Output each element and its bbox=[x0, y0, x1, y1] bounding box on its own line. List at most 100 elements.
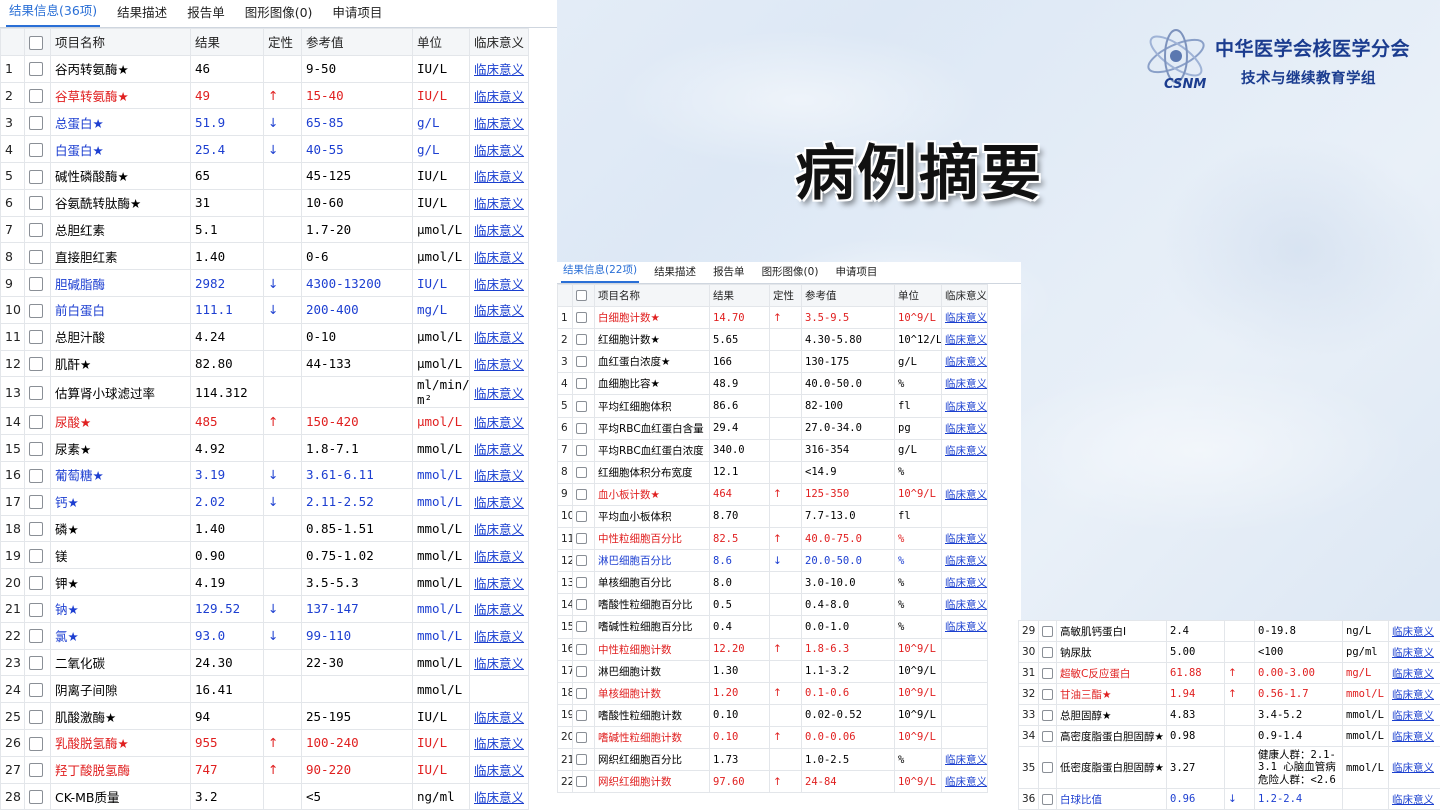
row-select-cell[interactable] bbox=[572, 571, 595, 595]
clinical-significance-link[interactable]: 临床意义 bbox=[474, 763, 524, 778]
clinical-significance-link[interactable]: 临床意义 bbox=[474, 576, 524, 591]
clinical-significance-link[interactable]: 临床意义 bbox=[945, 445, 987, 457]
row-select-cell[interactable] bbox=[24, 568, 51, 596]
table-row[interactable]: 15 尿素★ 4.92 1.8-7.1 mmol/L 临床意义 bbox=[0, 434, 529, 462]
table-row[interactable]: 13 估算肾小球滤过率114.312 ml/min/1 m² 临床意义 bbox=[0, 376, 529, 409]
row-checkbox[interactable] bbox=[576, 466, 587, 478]
row-checkbox[interactable] bbox=[1042, 646, 1053, 658]
clinical-significance-link[interactable]: 临床意义 bbox=[474, 522, 524, 537]
row-select-cell[interactable] bbox=[24, 322, 51, 351]
tab-3[interactable]: 图形图像(0) bbox=[242, 2, 316, 27]
table-row[interactable]: 14 嗜酸性粒细胞百分比0.5 0.4-8.0%临床意义 bbox=[557, 593, 988, 617]
table-row[interactable]: 36 白球比值 0.96 ↓ 1.2-2.4 临床意义 bbox=[1018, 788, 1440, 810]
clinical-significance-link[interactable]: 临床意义 bbox=[474, 442, 524, 457]
clinical-significance-link[interactable]: 临床意义 bbox=[474, 629, 524, 644]
row-select-cell[interactable] bbox=[24, 269, 51, 297]
clinical-significance-link[interactable]: 临床意义 bbox=[945, 754, 987, 766]
table-row[interactable]: 26 乳酸脱氢酶★ 955 ↑ 100-240 IU/L 临床意义 bbox=[0, 728, 529, 757]
header-flag[interactable]: 定性 bbox=[769, 283, 802, 308]
row-checkbox[interactable] bbox=[29, 763, 43, 778]
row-checkbox[interactable] bbox=[29, 522, 43, 537]
row-checkbox[interactable] bbox=[576, 577, 587, 589]
row-select-cell[interactable] bbox=[1038, 641, 1057, 663]
clinical-significance-link[interactable]: 临床意义 bbox=[474, 89, 524, 104]
row-select-cell[interactable] bbox=[24, 434, 51, 462]
row-checkbox[interactable] bbox=[29, 495, 43, 510]
clinical-significance-link[interactable]: 临床意义 bbox=[474, 602, 524, 617]
row-checkbox[interactable] bbox=[29, 357, 43, 372]
row-select-cell[interactable] bbox=[24, 54, 51, 83]
table-row[interactable]: 12 肌酐★ 82.80 44-133 μmol/L 临床意义 bbox=[0, 349, 529, 378]
table-row[interactable]: 22 氯★ 93.0 ↓ 99-110 mmol/L 临床意义 bbox=[0, 621, 529, 650]
row-select-cell[interactable] bbox=[24, 702, 51, 730]
row-select-cell[interactable] bbox=[24, 755, 51, 784]
clinical-significance-link[interactable]: 临床意义 bbox=[474, 223, 524, 238]
table-row[interactable]: 2 红细胞计数★ 5.65 4.30-5.80 10^12/L 临床意义 bbox=[557, 328, 988, 352]
row-select-cell[interactable] bbox=[572, 549, 595, 573]
table-row[interactable]: 20 嗜碱性粒细胞计数0.10↑0.0-0.0610^9/L bbox=[557, 725, 988, 749]
row-checkbox[interactable] bbox=[1042, 793, 1053, 805]
table-row[interactable]: 29 高敏肌钙蛋白I 2.4 0-19.8 ng/L 临床意义 bbox=[1018, 620, 1440, 642]
table-row[interactable]: 18 磷★ 1.40 0.85-1.51 mmol/L 临床意义 bbox=[0, 514, 529, 543]
tab-3[interactable]: 图形图像(0) bbox=[760, 264, 821, 283]
row-select-cell[interactable] bbox=[24, 728, 51, 757]
row-checkbox[interactable] bbox=[29, 223, 43, 238]
row-select-cell[interactable] bbox=[24, 376, 51, 409]
clinical-significance-link[interactable]: 临床意义 bbox=[1392, 731, 1434, 743]
tab-0[interactable]: 结果信息(22项) bbox=[561, 262, 640, 283]
clinical-significance-link[interactable]: 临床意义 bbox=[1392, 647, 1434, 659]
table-row[interactable]: 10 平均血小板体积8.70 7.7-13.0fl bbox=[557, 504, 988, 529]
row-select-cell[interactable] bbox=[24, 407, 51, 436]
table-row[interactable]: 32 甘油三酯★ 1.94 ↑ 0.56-1.7 mmol/L 临床意义 bbox=[1018, 683, 1440, 705]
clinical-significance-link[interactable]: 临床意义 bbox=[1392, 794, 1434, 806]
header-significance[interactable]: 临床意义 bbox=[469, 28, 529, 56]
table-row[interactable]: 19 嗜酸性粒细胞计数0.10 0.02-0.5210^9/L bbox=[557, 703, 988, 727]
table-row[interactable]: 9 胆碱脂酶 2982 ↓ 4300-13200 IU/L 临床意义 bbox=[0, 269, 529, 297]
clinical-significance-link[interactable]: 临床意义 bbox=[1392, 668, 1434, 680]
clinical-significance-link[interactable]: 临床意义 bbox=[474, 277, 524, 292]
row-select-cell[interactable] bbox=[572, 460, 595, 484]
clinical-significance-link[interactable]: 临床意义 bbox=[474, 62, 524, 77]
clinical-significance-link[interactable]: 临床意义 bbox=[945, 356, 987, 368]
table-row[interactable]: 8 直接胆红素 1.40 0-6 μmol/L 临床意义 bbox=[0, 242, 529, 271]
clinical-significance-link[interactable]: 临床意义 bbox=[474, 656, 524, 671]
row-select-cell[interactable] bbox=[572, 306, 595, 330]
row-select-cell[interactable] bbox=[24, 188, 51, 217]
table-row[interactable]: 11 中性粒细胞百分比82.5↑40.0-75.0%临床意义 bbox=[557, 527, 988, 551]
row-checkbox[interactable] bbox=[29, 548, 43, 563]
clinical-significance-link[interactable]: 临床意义 bbox=[474, 116, 524, 131]
row-select-cell[interactable] bbox=[1038, 683, 1057, 705]
row-checkbox[interactable] bbox=[29, 790, 43, 805]
row-checkbox[interactable] bbox=[1042, 625, 1053, 637]
row-checkbox[interactable] bbox=[576, 488, 587, 500]
row-checkbox[interactable] bbox=[29, 656, 43, 671]
header-result[interactable]: 结果 bbox=[190, 28, 264, 56]
row-checkbox[interactable] bbox=[576, 334, 587, 346]
row-checkbox[interactable] bbox=[576, 510, 587, 522]
table-row[interactable]: 14 尿酸★ 485 ↑ 150-420 μmol/L 临床意义 bbox=[0, 407, 529, 436]
header-item-name[interactable]: 项目名称 bbox=[594, 283, 710, 308]
header-unit[interactable]: 单位 bbox=[412, 28, 470, 56]
row-checkbox[interactable] bbox=[1042, 688, 1053, 700]
row-checkbox[interactable] bbox=[576, 731, 587, 743]
row-checkbox[interactable] bbox=[576, 687, 587, 699]
table-row[interactable]: 21 钠★ 129.52 ↓ 137-147 mmol/L 临床意义 bbox=[0, 594, 529, 623]
row-checkbox[interactable] bbox=[29, 303, 43, 318]
table-row[interactable]: 6 平均RBC血红蛋白含量 29.4 27.0-34.0 pg 临床意义 bbox=[557, 416, 988, 440]
row-checkbox[interactable] bbox=[576, 444, 587, 456]
table-row[interactable]: 16 中性粒细胞计数12.20↑1.8-6.310^9/L bbox=[557, 637, 988, 661]
row-select-cell[interactable] bbox=[572, 416, 595, 440]
header-reference[interactable]: 参考值 bbox=[301, 28, 413, 56]
row-select-cell[interactable] bbox=[24, 541, 51, 570]
clinical-significance-link[interactable]: 临床意义 bbox=[945, 401, 987, 413]
table-row[interactable]: 7 平均RBC血红蛋白浓度 340.0 316-354 g/L 临床意义 bbox=[557, 438, 988, 462]
table-row[interactable]: 5 平均红细胞体积 86.6 82-100 fl 临床意义 bbox=[557, 394, 988, 418]
row-select-cell[interactable] bbox=[572, 593, 595, 617]
header-unit[interactable]: 单位 bbox=[894, 283, 942, 308]
table-row[interactable]: 27 羟丁酸脱氢酶 747 ↑ 90-220 IU/L 临床意义 bbox=[0, 755, 529, 784]
table-row[interactable]: 17 钙★ 2.02 ↓ 2.11-2.52 mmol/L 临床意义 bbox=[0, 487, 529, 516]
clinical-significance-link[interactable]: 临床意义 bbox=[945, 312, 987, 324]
table-row[interactable]: 17 淋巴细胞计数1.30 1.1-3.210^9/L bbox=[557, 659, 988, 683]
clinical-significance-link[interactable]: 临床意义 bbox=[945, 334, 987, 346]
row-checkbox[interactable] bbox=[29, 330, 43, 345]
